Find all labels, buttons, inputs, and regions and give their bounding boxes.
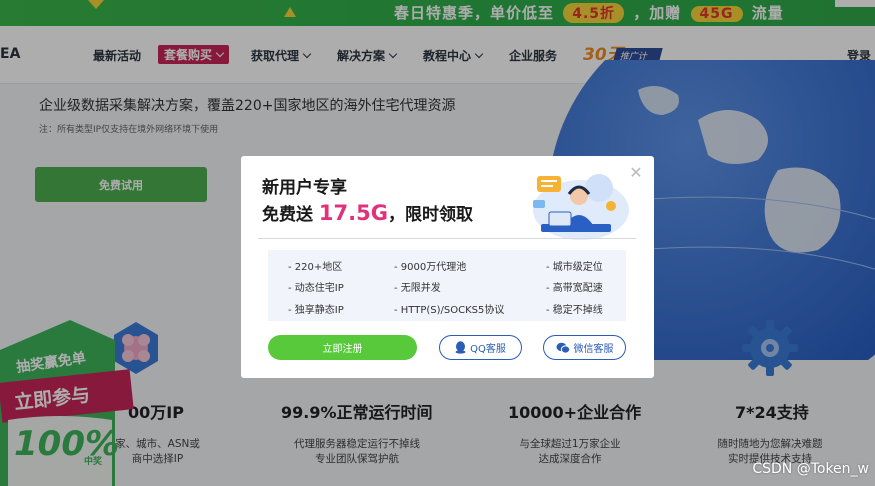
- title-suffix: ，限时领取: [387, 205, 473, 225]
- feature-list: - 220+地区 - 9000万代理池 - 城市级定位 - 动态住宅IP - 无…: [268, 250, 626, 321]
- title-prefix: 免费送: [262, 205, 319, 225]
- wechat-service-label: 微信客服: [573, 344, 614, 355]
- feature-item: - 220+地区: [288, 262, 343, 273]
- qq-icon: [455, 341, 466, 354]
- register-button[interactable]: 立即注册: [268, 335, 417, 360]
- wechat-service-button[interactable]: 微信客服: [543, 335, 626, 360]
- feature-item: - 动态住宅IP: [288, 283, 344, 294]
- feature-item: - 独享静态IP: [288, 305, 344, 316]
- modal-title-line2: 免费送 17.5G，限时领取: [262, 200, 473, 225]
- modal-divider: [258, 238, 636, 239]
- feature-item: - 稳定不掉线: [546, 305, 603, 316]
- feature-item: - 城市级定位: [546, 262, 603, 273]
- qq-service-label: QQ客服: [470, 344, 506, 355]
- modal-title-line1: 新用户专享: [262, 178, 347, 198]
- feature-item: - 无限并发: [394, 283, 441, 294]
- feature-item: - 高带宽配速: [546, 283, 603, 294]
- qq-service-button[interactable]: QQ客服: [439, 335, 522, 360]
- feature-item: - 9000万代理池: [394, 262, 467, 273]
- feature-item: - HTTP(S)/SOCKS5协议: [394, 305, 505, 316]
- watermark: CSDN @Token_w: [752, 461, 869, 477]
- title-highlight: 17.5G: [318, 201, 388, 225]
- customer-service-illustration: [533, 174, 629, 240]
- close-icon[interactable]: ✕: [629, 165, 643, 181]
- wechat-icon: [556, 342, 570, 354]
- new-user-modal: ✕ 新用户专享 免费送 17.5G，限时领取 - 220+地区 - 9000万代…: [241, 156, 654, 378]
